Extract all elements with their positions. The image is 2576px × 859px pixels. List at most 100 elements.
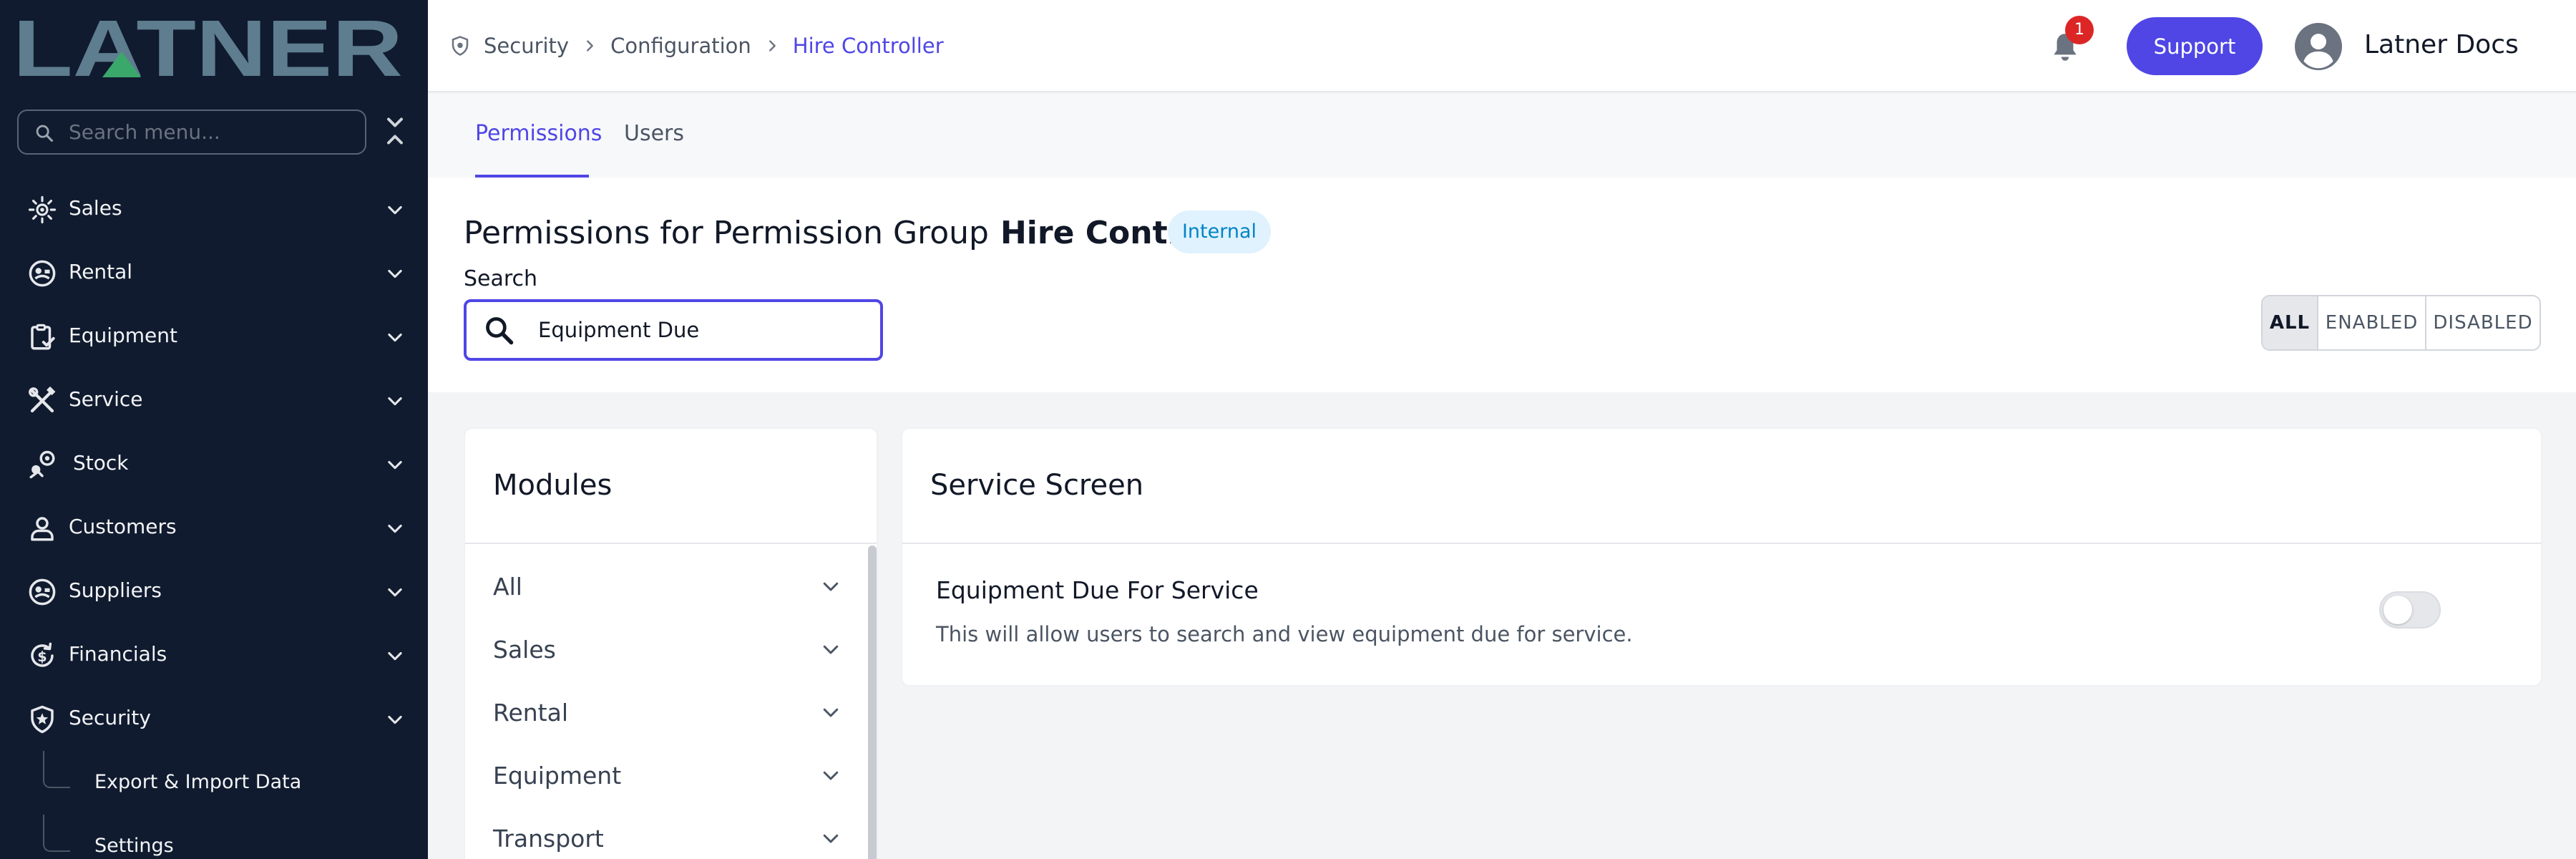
modules-list: All Sales Rental Equipment Transport (465, 544, 866, 859)
sidebar-item-customers[interactable]: Customers (0, 496, 428, 560)
modules-scrollbar[interactable] (868, 545, 877, 859)
service-screen-title: Service Screen (930, 469, 1144, 502)
sidebar-subitem-export-import[interactable]: Export & Import Data (0, 751, 428, 815)
module-label: Transport (493, 825, 604, 853)
permission-filter-toggle: ALL ENABLED DISABLED (2261, 295, 2541, 351)
chevron-down-icon (388, 397, 402, 406)
sidebar-item-label: Rental (69, 260, 133, 283)
modules-title: Modules (493, 469, 613, 502)
tree-connector (43, 751, 70, 788)
sidebar-item-rental[interactable]: Rental (0, 241, 428, 305)
search-label: Search (464, 266, 538, 291)
chevron-down-icon (388, 269, 402, 278)
module-item-transport[interactable]: Transport (465, 796, 866, 859)
sidebar-item-sales[interactable]: Sales (0, 178, 428, 241)
chevron-down-icon (388, 715, 402, 724)
sidebar-nav: Sales Rental Equipment Service Stock Cus… (0, 178, 428, 859)
svg-text:$: $ (37, 649, 47, 665)
chevron-right-icon (769, 40, 776, 52)
group-type-badge: Internal (1168, 210, 1271, 253)
sidebar-search-input[interactable] (69, 111, 355, 153)
breadcrumb-current[interactable]: Hire Controller (793, 34, 944, 58)
chevron-down-icon (388, 588, 402, 597)
filter-all-button[interactable]: ALL (2263, 296, 2318, 349)
avatar-icon[interactable] (2295, 23, 2342, 70)
tabs-bar: Permissions Users (428, 94, 2576, 178)
sidebar-item-equipment[interactable]: Equipment (0, 305, 428, 369)
page-title-prefix: Permissions for Permission Group (464, 215, 989, 251)
support-button[interactable]: Support (2127, 17, 2263, 75)
logo-graphic: LATNER (13, 4, 403, 93)
collapse-all-icon[interactable] (384, 115, 406, 147)
tab-users[interactable]: Users (624, 121, 684, 146)
notification-count-badge: 1 (2065, 16, 2094, 44)
search-icon (36, 125, 54, 142)
sidebar-item-financials[interactable]: $ Financials (0, 623, 428, 687)
chevron-down-icon (823, 771, 839, 780)
module-item-sales[interactable]: Sales (465, 607, 866, 670)
sidebar-item-suppliers[interactable]: Suppliers (0, 560, 428, 623)
clipboard-check-icon (31, 324, 55, 350)
chevron-down-icon (823, 582, 839, 591)
filter-disabled-button[interactable]: DISABLED (2426, 296, 2540, 349)
sidebar-item-label: Suppliers (69, 578, 162, 602)
permission-title: Equipment Due For Service (936, 576, 1259, 604)
chevron-down-icon (388, 205, 402, 215)
permission-search-input[interactable] (538, 302, 867, 358)
module-label: Sales (493, 636, 556, 664)
search-icon (486, 317, 514, 345)
sidebar-subitem-label: Settings (94, 835, 174, 857)
page-title: Permissions for Permission Group Hire Co… (464, 215, 1263, 251)
module-item-all[interactable]: All (465, 544, 866, 607)
latner-logo[interactable]: LATNER (13, 4, 403, 93)
modules-card: Modules All Sales Rental Equipment Trans… (464, 427, 878, 859)
sidebar-subitem-settings[interactable]: Settings (0, 815, 428, 859)
sidebar-item-label: Sales (69, 196, 122, 220)
sidebar-search (17, 110, 366, 155)
chevron-down-icon (388, 460, 402, 470)
chevron-down-icon (823, 834, 839, 843)
chevron-down-icon (388, 333, 402, 342)
sidebar-item-service[interactable]: Service (0, 369, 428, 432)
tree-connector (43, 815, 70, 852)
sidebar-item-label: Service (69, 387, 143, 411)
shield-icon (452, 36, 469, 56)
tab-permissions[interactable]: Permissions (475, 121, 602, 146)
sidebar-item-label: Customers (69, 515, 177, 538)
module-label: Rental (493, 699, 568, 727)
sales-icon (28, 195, 57, 224)
tools-icon (29, 386, 56, 413)
suppliers-icon (29, 578, 56, 606)
module-label: All (493, 573, 522, 601)
sidebar-item-label: Equipment (69, 324, 177, 347)
user-icon (31, 517, 54, 541)
sidebar-item-stock[interactable]: Stock (0, 432, 428, 496)
chevron-right-icon (587, 40, 593, 52)
chevron-down-icon (388, 651, 402, 661)
sidebar-item-label: Security (69, 706, 151, 729)
breadcrumb-link-security[interactable]: Security (484, 34, 569, 58)
permission-description: This will allow users to search and view… (936, 622, 1633, 646)
sidebar-item-label: Financials (69, 642, 167, 666)
top-header: Security Configuration Hire Controller 1… (428, 0, 2576, 92)
sidebar-subitem-label: Export & Import Data (94, 771, 302, 793)
logo-text: LATNER (13, 14, 403, 80)
chevron-down-icon (823, 708, 839, 717)
divider (902, 543, 2541, 544)
rental-icon (29, 260, 56, 287)
module-item-rental[interactable]: Rental (465, 670, 866, 733)
user-name[interactable]: Latner Docs (2364, 30, 2519, 59)
service-screen-card: Service Screen Equipment Due For Service… (901, 427, 2542, 686)
breadcrumb-link-configuration[interactable]: Configuration (610, 34, 751, 58)
module-item-equipment[interactable]: Equipment (465, 733, 866, 796)
permissions-header-panel: Permissions for Permission Group Hire Co… (428, 178, 2576, 392)
sidebar: LATNER Sales (0, 0, 428, 859)
financials-icon: $ (31, 642, 54, 667)
breadcrumb: Security Configuration Hire Controller (449, 31, 944, 60)
permission-toggle-switch[interactable] (2379, 591, 2441, 629)
sidebar-item-label: Stock (73, 451, 129, 475)
permission-search-box (464, 299, 883, 361)
sidebar-item-security[interactable]: Security (0, 687, 428, 751)
filter-enabled-button[interactable]: ENABLED (2318, 296, 2426, 349)
stock-icon (29, 450, 55, 479)
